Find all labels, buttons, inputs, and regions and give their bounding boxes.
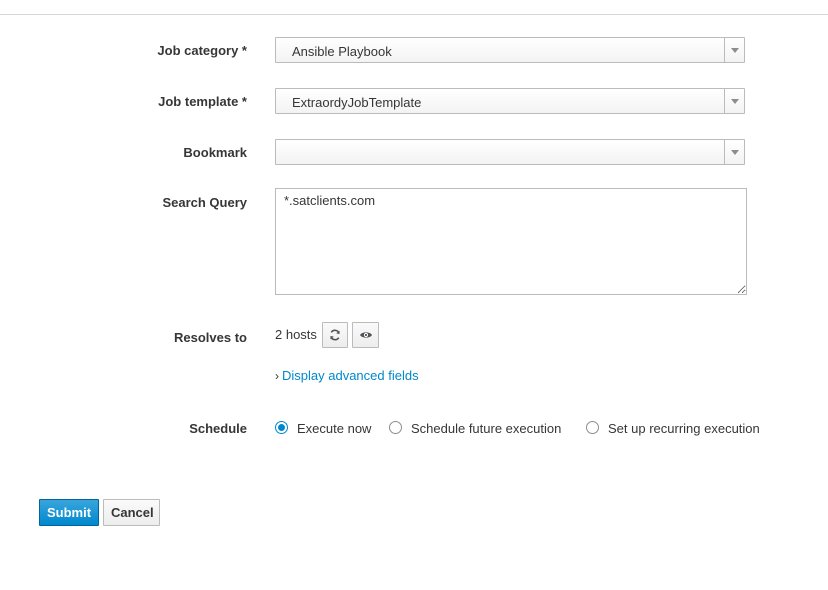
schedule-future-radio[interactable]: [389, 421, 402, 434]
refresh-icon: [330, 329, 340, 341]
caret-down-icon: [731, 99, 739, 104]
job-category-value: Ansible Playbook: [292, 44, 392, 59]
execute-now-label: Execute now: [297, 421, 372, 436]
chevron-right-icon: ›: [275, 369, 279, 383]
schedule-label: Schedule: [189, 421, 247, 436]
bookmark-select[interactable]: [275, 139, 745, 165]
submit-button[interactable]: Submit: [39, 499, 99, 526]
display-advanced-fields-link[interactable]: › Display advanced fields: [275, 368, 419, 383]
advanced-link-label: Display advanced fields: [282, 368, 419, 383]
job-category-dropdown-arrow[interactable]: [724, 38, 744, 62]
search-query-input[interactable]: *.satclients.com: [275, 188, 747, 295]
top-divider: [0, 14, 828, 15]
job-template-select[interactable]: ExtraordyJobTemplate: [275, 88, 745, 114]
cancel-button[interactable]: Cancel: [103, 499, 160, 526]
caret-down-icon: [731, 150, 739, 155]
recurring-label: Set up recurring execution: [608, 421, 760, 436]
recurring-radio[interactable]: [586, 421, 599, 434]
resolves-to-label: Resolves to: [174, 330, 247, 345]
job-template-value: ExtraordyJobTemplate: [292, 95, 422, 110]
execute-now-radio[interactable]: [275, 421, 288, 434]
eye-icon: [359, 332, 372, 338]
bookmark-label: Bookmark: [183, 145, 247, 160]
job-template-dropdown-arrow[interactable]: [724, 89, 744, 113]
bookmark-dropdown-arrow[interactable]: [724, 140, 744, 164]
search-query-label: Search Query: [162, 195, 247, 210]
refresh-hosts-button[interactable]: [322, 322, 348, 348]
job-category-select[interactable]: Ansible Playbook: [275, 37, 745, 63]
job-template-label: Job template *: [158, 94, 247, 109]
hosts-count: 2 hosts: [275, 327, 317, 342]
schedule-future-label: Schedule future execution: [411, 421, 562, 436]
preview-hosts-button[interactable]: [352, 322, 379, 348]
job-category-label: Job category *: [157, 43, 247, 58]
caret-down-icon: [731, 48, 739, 53]
